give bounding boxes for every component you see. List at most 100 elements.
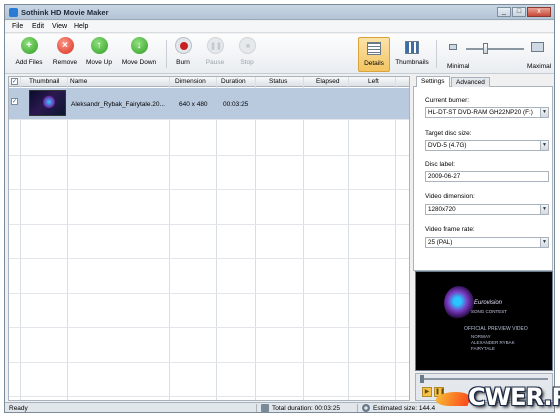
video-preview: Eurovision SONG CONTEST OFFICIAL PREVIEW… bbox=[415, 271, 553, 371]
frame-rate-value: 25 (PAL) bbox=[428, 239, 453, 246]
seek-slider[interactable] bbox=[422, 378, 548, 380]
close-button[interactable]: x bbox=[527, 7, 551, 17]
title-bar: Sothink HD Movie Maker _ □ x bbox=[5, 5, 554, 20]
zoom-slider[interactable] bbox=[466, 48, 524, 50]
remove-button[interactable]: × Remove bbox=[47, 37, 83, 66]
settings-tabs: Settings Advanced bbox=[413, 76, 553, 87]
plus-icon: + bbox=[20, 37, 38, 54]
move-up-button[interactable]: ↑ Move Up bbox=[81, 37, 117, 66]
header-thumbnail[interactable]: Thumbnail bbox=[29, 78, 59, 85]
record-icon bbox=[174, 37, 192, 54]
table-row[interactable] bbox=[9, 88, 409, 119]
add-files-label: Add Files bbox=[15, 59, 43, 66]
menu-view[interactable]: View bbox=[52, 23, 67, 30]
remove-label: Remove bbox=[52, 59, 78, 66]
preview-song: FAIRYTALE bbox=[471, 346, 495, 351]
chevron-down-icon: ▼ bbox=[540, 205, 548, 214]
minimal-label: Minimal bbox=[447, 63, 470, 70]
row-checkbox[interactable]: ✓ bbox=[11, 98, 18, 105]
stop-label: Stop bbox=[240, 59, 254, 66]
row-name: Aleksandr_Rybak_Fairytale.20... bbox=[71, 101, 165, 108]
preview-artist: ALEXANDER RYBAK bbox=[471, 340, 515, 345]
pause-label: Pause bbox=[205, 59, 225, 66]
film-icon bbox=[261, 404, 269, 412]
arrow-up-icon: ↑ bbox=[90, 37, 108, 54]
pause-button[interactable]: ❚❚ Pause bbox=[201, 37, 229, 66]
thumbnails-label: Thumbnails bbox=[395, 59, 429, 66]
minimize-button[interactable]: _ bbox=[497, 7, 511, 17]
status-ready: Ready bbox=[9, 405, 28, 412]
seek-slider-thumb[interactable] bbox=[420, 375, 424, 383]
current-burner-label: Current burner: bbox=[425, 97, 470, 104]
play-button[interactable]: ▶ bbox=[422, 387, 432, 397]
toolbar-separator bbox=[166, 40, 167, 68]
header-left[interactable]: Left bbox=[368, 78, 379, 85]
tab-settings[interactable]: Settings bbox=[416, 76, 450, 87]
chevron-down-icon: ▼ bbox=[540, 141, 548, 150]
video-dimension-value: 1280x720 bbox=[428, 206, 456, 213]
watermark-swoosh bbox=[433, 392, 473, 406]
eurovision-logo bbox=[444, 286, 474, 320]
preview-caption: OFFICIAL PREVIEW VIDEO bbox=[464, 326, 528, 332]
row-dimension: 640 x 480 bbox=[179, 101, 208, 108]
toolbar-separator bbox=[436, 40, 437, 68]
thumbnails-view-icon bbox=[405, 41, 419, 54]
app-window: Sothink HD Movie Maker _ □ x File Edit V… bbox=[4, 4, 555, 413]
burn-label: Burn bbox=[176, 59, 190, 66]
app-icon bbox=[9, 8, 18, 17]
watermark-text: CWER.RU bbox=[468, 383, 560, 411]
current-burner-select[interactable]: HL-DT-ST DVD-RAM GH22NP20 (F:) ▼ bbox=[425, 107, 549, 118]
maximal-size-icon bbox=[531, 42, 544, 52]
add-files-button[interactable]: + Add Files bbox=[11, 37, 47, 66]
target-disc-label: Target disc size: bbox=[425, 130, 472, 137]
toolbar: + Add Files × Remove ↑ Move Up ↓ Move Do… bbox=[5, 34, 554, 74]
header-name[interactable]: Name bbox=[70, 78, 87, 85]
settings-panel: Settings Advanced Current burner: HL-DT-… bbox=[413, 76, 553, 271]
stop-icon: ■ bbox=[238, 37, 256, 54]
total-duration: Total duration: 00:03:25 bbox=[272, 405, 340, 412]
preview-brand: Eurovision bbox=[474, 300, 503, 306]
move-up-label: Move Up bbox=[85, 59, 112, 66]
header-status[interactable]: Status bbox=[269, 78, 287, 85]
disc-icon bbox=[362, 404, 370, 412]
file-list-header: ✓ Thumbnail Name Dimension Duration Stat… bbox=[9, 77, 409, 87]
current-burner-value: HL-DT-ST DVD-RAM GH22NP20 (F:) bbox=[428, 109, 533, 116]
minimal-size-icon bbox=[449, 44, 457, 50]
tab-advanced[interactable]: Advanced bbox=[451, 77, 490, 87]
menu-help[interactable]: Help bbox=[74, 23, 88, 30]
menu-edit[interactable]: Edit bbox=[32, 23, 44, 30]
stop-button[interactable]: ■ Stop bbox=[233, 37, 261, 66]
window-title: Sothink HD Movie Maker bbox=[21, 8, 109, 17]
file-list: ✓ Thumbnail Name Dimension Duration Stat… bbox=[8, 76, 410, 401]
move-down-button[interactable]: ↓ Move Down bbox=[118, 37, 160, 66]
header-duration[interactable]: Duration bbox=[221, 78, 246, 85]
video-thumbnail bbox=[29, 90, 66, 116]
menu-file[interactable]: File bbox=[12, 23, 23, 30]
preview-country: NORWAY bbox=[471, 334, 491, 339]
watermark-logo: CWER.RU bbox=[433, 382, 560, 412]
video-dimension-select[interactable]: 1280x720 ▼ bbox=[425, 204, 549, 215]
thumbnail-zoom: Minimal Maximal bbox=[441, 37, 553, 73]
thumbnails-view-button[interactable]: Thumbnails bbox=[394, 37, 430, 72]
zoom-slider-thumb[interactable] bbox=[483, 43, 489, 54]
details-label: Details bbox=[364, 60, 384, 67]
estimated-size: Estimated size: 144.4 bbox=[373, 405, 436, 412]
maximize-button[interactable]: □ bbox=[512, 7, 526, 17]
chevron-down-icon: ▼ bbox=[540, 238, 548, 247]
details-view-icon bbox=[367, 42, 381, 55]
burn-button[interactable]: Burn bbox=[169, 37, 197, 66]
arrow-down-icon: ↓ bbox=[130, 37, 148, 54]
frame-rate-select[interactable]: 25 (PAL) ▼ bbox=[425, 237, 549, 248]
maximal-label: Maximal bbox=[527, 63, 552, 70]
preview-subtitle: SONG CONTEST bbox=[471, 309, 508, 314]
select-all-checkbox[interactable]: ✓ bbox=[11, 78, 18, 85]
details-view-button[interactable]: Details bbox=[358, 37, 390, 72]
header-dimension[interactable]: Dimension bbox=[175, 78, 206, 85]
video-dimension-label: Video dimension: bbox=[425, 193, 475, 200]
move-down-label: Move Down bbox=[121, 59, 157, 66]
menu-bar: File Edit View Help bbox=[5, 21, 554, 33]
target-disc-select[interactable]: DVD-5 (4.7G) ▼ bbox=[425, 140, 549, 151]
disc-label-label: Disc label: bbox=[425, 161, 455, 168]
header-elapsed[interactable]: Elapsed bbox=[316, 78, 340, 85]
disc-label-input[interactable]: 2009-06-27 bbox=[425, 171, 549, 182]
